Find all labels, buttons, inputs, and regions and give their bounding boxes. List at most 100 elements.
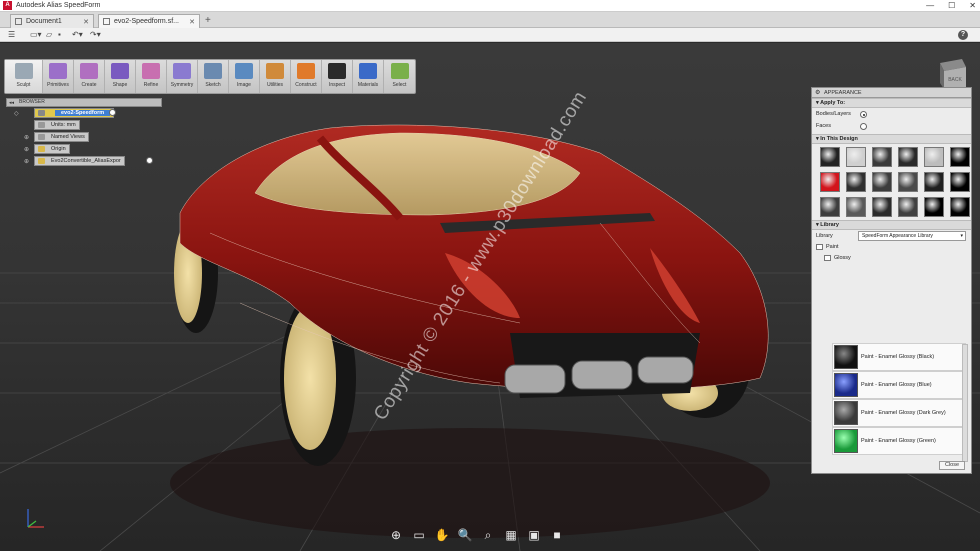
material-swatch[interactable] [846, 172, 866, 192]
ribbon-sculpt[interactable]: Sculpt [5, 60, 43, 93]
ribbon-create[interactable]: Create [74, 60, 105, 93]
open-folder-icon[interactable]: ▱ [46, 30, 52, 40]
zoom-icon[interactable]: 🔍 [457, 527, 473, 543]
library-section[interactable]: ▾ Library [812, 220, 971, 230]
maximize-button[interactable]: ☐ [948, 0, 955, 12]
close-window-button[interactable]: ✕ [969, 0, 976, 12]
material-swatch[interactable] [820, 197, 840, 217]
evo2convertible-node[interactable]: Evo2Convertible_AliasExpor [34, 156, 125, 166]
root-node[interactable]: evo2-Speedform [34, 108, 115, 118]
tree-root[interactable]: ◇ evo2-Speedform [6, 107, 162, 119]
named-views-node[interactable]: Named Views [34, 132, 89, 142]
create-icon [80, 63, 98, 79]
expand-icon[interactable]: ⊕ [24, 146, 29, 153]
material-swatch[interactable] [846, 147, 866, 167]
units-node[interactable]: Units: mm [34, 120, 80, 130]
ribbon-primitives[interactable]: Primitives [43, 60, 74, 93]
browser-header[interactable]: ◂◂ BROWSER [6, 98, 162, 107]
material-list-scrollbar[interactable] [962, 344, 968, 462]
refine-icon [142, 63, 160, 79]
close-tab-icon[interactable]: ✕ [83, 18, 89, 26]
zoom-window-icon[interactable]: ⌕ [480, 527, 496, 543]
visual-style-icon[interactable]: ■ [549, 527, 565, 543]
material-item[interactable]: Paint - Enamel Glossy (Green) [832, 427, 966, 455]
ribbon-select[interactable]: Select [384, 60, 415, 93]
section-heading: Apply To: [820, 100, 846, 106]
viewcube[interactable]: BACK [934, 55, 970, 91]
material-swatch[interactable] [872, 147, 892, 167]
apply-faces-row[interactable]: Faces [812, 120, 971, 132]
close-button[interactable]: Close [939, 461, 965, 470]
tree-item-units[interactable]: Units: mm [6, 119, 162, 131]
redo-icon[interactable]: ↷▾ [90, 30, 101, 40]
save-icon[interactable]: ▪ [58, 30, 61, 40]
material-swatch[interactable] [872, 172, 892, 192]
expand-icon[interactable]: ⊕ [24, 134, 29, 141]
material-swatch[interactable] [898, 172, 918, 192]
paint-folder[interactable]: Paint [812, 242, 971, 253]
ribbon-toolbar: Sculpt Primitives Create Shape Refine Sy… [4, 59, 416, 94]
apply-to-section[interactable]: ▾ Apply To: [812, 98, 971, 108]
minimize-button[interactable]: — [926, 0, 934, 12]
menu-icon[interactable]: ☰ [8, 30, 15, 40]
ribbon-refine[interactable]: Refine [136, 60, 167, 93]
glossy-folder[interactable]: Glossy [812, 253, 971, 264]
orbit-icon[interactable]: ⊕ [388, 527, 404, 543]
appearance-header[interactable]: ⚙ APPEARANCE [812, 88, 971, 98]
ribbon-shape[interactable]: Shape [105, 60, 136, 93]
tab-evo2-speedform[interactable]: evo2-Speedform.sf... ✕ [98, 14, 200, 28]
material-item[interactable]: Paint - Enamel Glossy (Dark Grey) [832, 399, 966, 427]
ribbon-image[interactable]: Image [229, 60, 260, 93]
faces-radio[interactable] [860, 123, 867, 130]
document-icon [38, 122, 45, 128]
bulb-icon [38, 146, 45, 152]
ribbon-symmetry[interactable]: Symmetry [167, 60, 198, 93]
ribbon-construct[interactable]: Construct [291, 60, 322, 93]
expand-icon[interactable]: ◇ [14, 110, 19, 117]
expand-icon[interactable]: ⊕ [24, 158, 29, 165]
help-button[interactable]: ? [958, 30, 968, 40]
look-at-icon[interactable]: ▭ [411, 527, 427, 543]
collapse-icon[interactable]: ◂◂ [9, 100, 14, 107]
ribbon-utilities[interactable]: Utilities [260, 60, 291, 93]
close-tab-icon[interactable]: ✕ [189, 18, 195, 26]
material-swatch[interactable] [950, 197, 970, 217]
tree-item-evo2convertible[interactable]: ⊕ Evo2Convertible_AliasExpor [6, 155, 162, 167]
tree-item-origin[interactable]: ⊕ Origin [6, 143, 162, 155]
activate-radio[interactable] [146, 157, 153, 164]
display-icon[interactable]: ▣ [526, 527, 542, 543]
window-controls: — ☐ ✕ [926, 0, 976, 12]
tab-document1[interactable]: Document1 ✕ [10, 14, 94, 28]
material-swatch[interactable] [950, 172, 970, 192]
material-swatch[interactable] [820, 172, 840, 192]
in-this-design-section[interactable]: ▾ In This Design [812, 134, 971, 144]
material-swatch[interactable] [872, 197, 892, 217]
new-file-icon[interactable]: ▭▾ [30, 30, 42, 40]
material-swatch[interactable] [898, 147, 918, 167]
material-swatch[interactable] [846, 197, 866, 217]
library-dropdown[interactable]: SpeedForm Appearance Library ▾ [858, 231, 966, 241]
ribbon-inspect[interactable]: Inspect [322, 60, 353, 93]
material-swatch[interactable] [820, 147, 840, 167]
material-swatch [834, 373, 858, 397]
library-select-row: Library SpeedForm Appearance Library ▾ [812, 230, 971, 242]
activate-radio[interactable] [109, 109, 116, 116]
apply-bodies-row[interactable]: Bodies/Layers [812, 108, 971, 120]
tree-item-named-views[interactable]: ⊕ Named Views [6, 131, 162, 143]
ribbon-sketch[interactable]: Sketch [198, 60, 229, 93]
new-tab-button[interactable]: + [205, 16, 211, 26]
material-swatch[interactable] [924, 147, 944, 167]
gear-icon[interactable]: ⚙ [815, 88, 820, 98]
undo-icon[interactable]: ↶▾ [72, 30, 83, 40]
grid-icon[interactable]: ▦ [503, 527, 519, 543]
material-swatch[interactable] [950, 147, 970, 167]
material-item[interactable]: Paint - Enamel Glossy (Blue) [832, 371, 966, 399]
pan-icon[interactable]: ✋ [434, 527, 450, 543]
material-swatch[interactable] [924, 172, 944, 192]
material-swatch[interactable] [924, 197, 944, 217]
material-swatch[interactable] [898, 197, 918, 217]
bodies-radio[interactable] [860, 111, 867, 118]
ribbon-materials[interactable]: Materials [353, 60, 384, 93]
material-item[interactable]: Paint - Enamel Glossy (Black) [832, 343, 966, 371]
origin-node[interactable]: Origin [34, 144, 70, 154]
